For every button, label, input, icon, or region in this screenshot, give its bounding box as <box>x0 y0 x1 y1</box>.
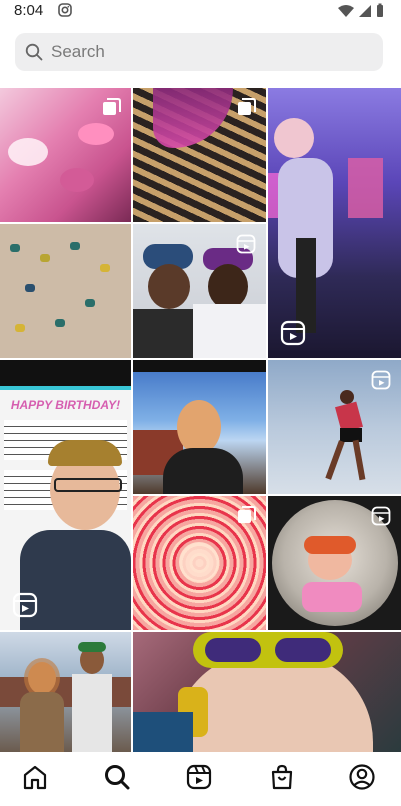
carousel-icon <box>103 98 121 115</box>
profile-icon[interactable] <box>347 762 377 792</box>
carousel-icon <box>238 98 256 115</box>
instagram-icon <box>58 3 72 17</box>
status-bar: 8:04 <box>0 0 401 24</box>
yellow-sunglasses-post[interactable] <box>133 632 401 752</box>
battery-icon <box>377 3 383 17</box>
home-icon[interactable] <box>20 762 50 792</box>
status-time: 8:04 <box>14 2 44 19</box>
reels-icon <box>371 370 391 390</box>
reels-icon[interactable] <box>184 762 214 792</box>
reels-icon <box>236 234 256 254</box>
pink-party-table-post[interactable] <box>0 88 131 222</box>
pink-red-flower-pattern-post[interactable] <box>133 496 266 630</box>
reels-icon <box>371 506 391 526</box>
climbing-holds-post[interactable] <box>0 224 131 358</box>
search-icon <box>25 43 43 61</box>
carousel-icon <box>238 506 256 523</box>
fisheye-selfie-reel[interactable] <box>268 496 401 630</box>
search-input[interactable]: Search <box>51 42 105 62</box>
tile-caption: HAPPY BIRTHDAY! <box>10 398 121 412</box>
two-friends-hats-reel[interactable] <box>133 224 266 358</box>
shop-icon[interactable] <box>267 762 297 792</box>
wifi-icon <box>338 5 354 17</box>
happy-birthday-sheet-music-reel[interactable]: HAPPY BIRTHDAY! <box>0 360 131 630</box>
jump-sky-reel[interactable] <box>268 360 401 494</box>
bottom-nav <box>0 752 401 806</box>
pink-shadow-sculpture-post[interactable] <box>133 88 266 222</box>
search-bar[interactable]: Search <box>15 33 383 71</box>
signal-icon <box>359 5 371 17</box>
reels-icon <box>12 592 38 618</box>
search-icon[interactable] <box>102 762 132 792</box>
explore-grid: HAPPY BIRTHDAY! <box>0 88 401 752</box>
portrait-leather-jacket-post[interactable] <box>133 360 266 494</box>
two-people-fair-post[interactable] <box>0 632 131 752</box>
reels-icon <box>280 320 306 346</box>
gaming-room-dance-reel[interactable] <box>268 88 401 358</box>
system-status-icons <box>338 3 383 17</box>
